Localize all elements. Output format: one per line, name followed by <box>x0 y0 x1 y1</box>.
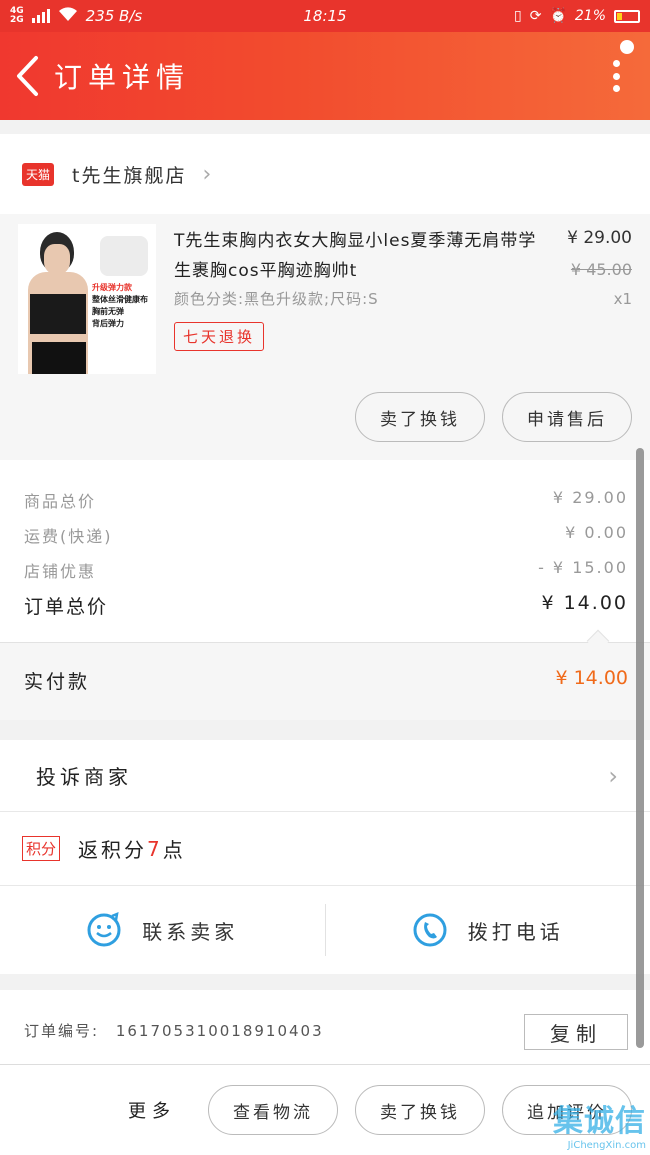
product-title[interactable]: T先生束胸内衣女大胸显小les夏季薄无肩带学生裹胸cos平胸迹胸帅t <box>174 226 554 286</box>
order-total-row: 订单总价 ¥ 14.00 <box>24 592 628 619</box>
product-card: 升级弹力款 整体丝滑健康布 胸前无弹 背后弹力 T先生束胸内衣女大胸显小les夏… <box>0 214 650 460</box>
discount-label: 店铺优惠 <box>24 562 97 581</box>
discount-value: - ¥ 15.00 <box>538 558 628 577</box>
complain-merchant-row[interactable]: 投诉商家 › <box>0 740 650 812</box>
product-original-price: ¥ 45.00 <box>570 260 632 279</box>
order-detail-screen: 4G 2G 235 B/s 18:15 ▯ ⟳ ⏰ 21% 订单详情 天猫 t先生… <box>0 0 650 1155</box>
return-policy-tag: 七天退换 <box>174 322 265 351</box>
store-row[interactable]: 天猫 t先生旗舰店 › <box>0 134 650 214</box>
tmall-badge: 天猫 <box>22 162 55 186</box>
points-badge: 积分 <box>22 836 61 861</box>
after-sale-button[interactable]: 申请售后 <box>502 392 632 442</box>
scrollbar[interactable] <box>636 448 644 1048</box>
status-bar: 4G 2G 235 B/s 18:15 ▯ ⟳ ⏰ 21% <box>0 0 650 32</box>
price-summary: 商品总价 ¥ 29.00 运费(快递) ¥ 0.00 店铺优惠 - ¥ 15.0… <box>0 460 650 642</box>
call-label: 拨打电话 <box>467 919 564 944</box>
product-price: ¥ 29.00 <box>567 228 632 248</box>
order-info: 订单编号: 1617053100189104​03 复制 <box>0 990 650 1070</box>
battery-icon <box>614 9 640 23</box>
points-row: 积分 返积分 7 点 <box>0 812 650 886</box>
more-dots-icon <box>612 60 620 67</box>
paid-amount-row: 实付款 ¥ 14.00 <box>0 629 650 720</box>
order-total-value: ¥ 14.00 <box>541 592 628 614</box>
points-count: 7 <box>147 836 163 861</box>
product-image-callout: 升级弹力款 整体丝滑健康布 胸前无弹 背后弹力 <box>92 283 148 328</box>
order-number-label: 订单编号: <box>24 1022 100 1040</box>
contact-seller-label: 联系卖家 <box>142 919 239 944</box>
goods-total-label: 商品总价 <box>24 492 97 511</box>
product-image[interactable]: 升级弹力款 整体丝滑健康布 胸前无弹 背后弹力 <box>18 224 156 374</box>
points-prefix: 返积分 <box>78 838 148 862</box>
view-logistics-button[interactable]: 查看物流 <box>208 1085 338 1135</box>
notification-dot <box>620 40 634 54</box>
back-button[interactable] <box>4 46 50 106</box>
phone-icon <box>413 913 447 947</box>
copy-button[interactable]: 复制 <box>524 1014 628 1050</box>
order-total-label: 订单总价 <box>24 596 109 618</box>
complain-label: 投诉商家 <box>36 765 132 789</box>
page-title: 订单详情 <box>54 61 191 94</box>
shipping-value: ¥ 0.00 <box>565 523 628 542</box>
paid-label: 实付款 <box>24 671 91 693</box>
back-arrow-icon <box>17 56 38 96</box>
watermark-logo: 集诚信 JiChengXin.com <box>553 1104 646 1151</box>
contact-row: 联系卖家 拨打电话 <box>0 886 650 974</box>
goods-total-row: 商品总价 ¥ 29.00 <box>24 488 628 512</box>
points-suffix: 点 <box>162 838 186 862</box>
chevron-right-icon: › <box>202 161 212 187</box>
more-button[interactable]: 更多 <box>128 1097 176 1123</box>
order-number-value: 1617053100189104​03 <box>115 1022 324 1040</box>
order-number: 订单编号: 1617053100189104​03 <box>24 1020 324 1041</box>
discount-row: 店铺优惠 - ¥ 15.00 <box>24 558 628 582</box>
product-quantity: x1 <box>613 290 632 308</box>
store-name: t先生旗舰店 <box>72 164 187 187</box>
paid-value: ¥ 14.00 <box>555 667 628 689</box>
call-button[interactable]: 拨打电话 <box>326 886 650 974</box>
contact-seller-button[interactable]: 联系卖家 <box>0 886 325 974</box>
chat-face-icon <box>87 912 121 947</box>
shipping-label: 运费(快递) <box>24 527 113 546</box>
clock: 18:15 <box>303 7 347 25</box>
resell-bottom-button[interactable]: 卖了换钱 <box>355 1085 485 1135</box>
goods-total-value: ¥ 29.00 <box>552 488 628 507</box>
shipping-row: 运费(快递) ¥ 0.00 <box>24 523 628 547</box>
chevron-right-icon: › <box>608 761 622 790</box>
product-spec: 颜色分类:黑色升级款;尺码:S <box>174 290 379 308</box>
page-header: 订单详情 <box>0 32 650 120</box>
resell-button[interactable]: 卖了换钱 <box>355 392 485 442</box>
more-menu-button[interactable] <box>610 56 622 96</box>
